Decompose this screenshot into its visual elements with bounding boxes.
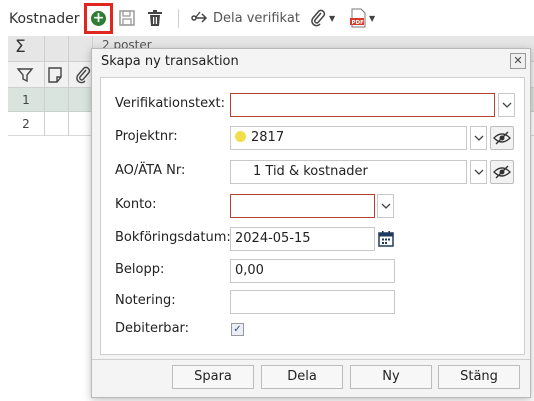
grid-column-divider [44, 36, 45, 136]
chevron-down-icon: ▼ [369, 13, 376, 23]
chevron-down-icon [381, 203, 390, 209]
ao-dropdown-button[interactable] [470, 160, 487, 184]
filter-icon[interactable] [16, 66, 34, 84]
konto-dropdown-button[interactable] [377, 194, 394, 218]
chevron-down-icon [474, 169, 483, 175]
chevron-down-icon [474, 135, 483, 141]
grid-column-divider [68, 36, 69, 136]
projektnr-select[interactable]: 2817 [230, 126, 467, 150]
konto-input[interactable] [230, 194, 375, 218]
dialog-title: Skapa ny transaktion [101, 54, 239, 69]
share-button[interactable]: Dela [261, 365, 343, 389]
ao-visibility-button[interactable] [490, 160, 514, 184]
attachment-menu[interactable]: ▼ [309, 9, 335, 27]
ao-label: AO/ÄTA Nr: [115, 163, 186, 178]
konto-label: Konto: [115, 197, 157, 212]
save-icon[interactable] [118, 9, 136, 27]
pdf-icon: PDF [350, 8, 366, 28]
close-icon[interactable]: ✕ [510, 53, 526, 69]
notering-label: Notering: [115, 293, 176, 308]
sigma-icon[interactable]: Σ [15, 37, 26, 57]
debiterbar-checkbox[interactable]: ✓ [231, 323, 244, 336]
row-number: 2 [22, 117, 30, 131]
bokforingsdatum-label: Bokföringsdatum: [115, 230, 231, 245]
ao-select[interactable]: 1 Tid & kostnader [230, 160, 467, 184]
share-voucher-label: Dela verifikat [213, 10, 300, 26]
attachment-column-icon[interactable] [74, 66, 92, 84]
belopp-input[interactable]: 0,00 [230, 259, 395, 283]
belopp-label: Belopp: [115, 262, 165, 277]
verifikationstext-dropdown-button[interactable] [498, 93, 515, 117]
chevron-down-icon [502, 102, 511, 108]
paperclip-icon [311, 9, 326, 27]
checkmark-icon: ✓ [233, 324, 242, 335]
plus-icon: + [91, 10, 106, 26]
page-title: Kostnader [9, 11, 80, 27]
share-voucher-button[interactable]: Dela verifikat [190, 9, 300, 27]
add-transaction-button[interactable]: + [84, 3, 113, 34]
new-button[interactable]: Ny [350, 365, 432, 389]
svg-text:PDF: PDF [352, 20, 365, 26]
projektnr-value: 2817 [251, 130, 285, 145]
dialog-footer: Spara Dela Ny Stäng [92, 359, 530, 397]
verifikationstext-input[interactable] [230, 93, 495, 117]
save-button[interactable]: Spara [172, 365, 254, 389]
pdf-menu[interactable]: PDF ▼ [349, 8, 375, 28]
trash-icon[interactable] [146, 9, 164, 27]
create-transaction-dialog: Skapa ny transaktion ✕ Verifikationstext… [91, 48, 531, 398]
toolbar-divider [178, 9, 179, 28]
note-icon[interactable] [46, 66, 64, 84]
chevron-down-icon: ▼ [329, 13, 336, 23]
projektnr-dropdown-button[interactable] [470, 126, 487, 150]
calendar-icon[interactable] [378, 230, 394, 247]
project-color-dot [235, 131, 246, 142]
eye-slash-icon [493, 165, 511, 179]
share-icon [191, 11, 208, 23]
eye-slash-icon [493, 131, 511, 145]
debiterbar-label: Debiterbar: [115, 321, 190, 336]
close-button[interactable]: Stäng [438, 365, 520, 389]
bokforingsdatum-input[interactable]: 2024-05-15 [230, 227, 375, 251]
verifikationstext-label: Verifikationstext: [115, 96, 226, 111]
dialog-form: Verifikationstext: Projektnr: 2817 AO/ÄT… [100, 77, 525, 355]
row-number: 1 [22, 93, 30, 107]
notering-input[interactable] [230, 290, 395, 314]
projektnr-label: Projektnr: [115, 129, 178, 144]
projektnr-visibility-button[interactable] [490, 126, 514, 150]
toolbar: Kostnader + Dela verifikat ▼ PDF ▼ [0, 0, 534, 36]
